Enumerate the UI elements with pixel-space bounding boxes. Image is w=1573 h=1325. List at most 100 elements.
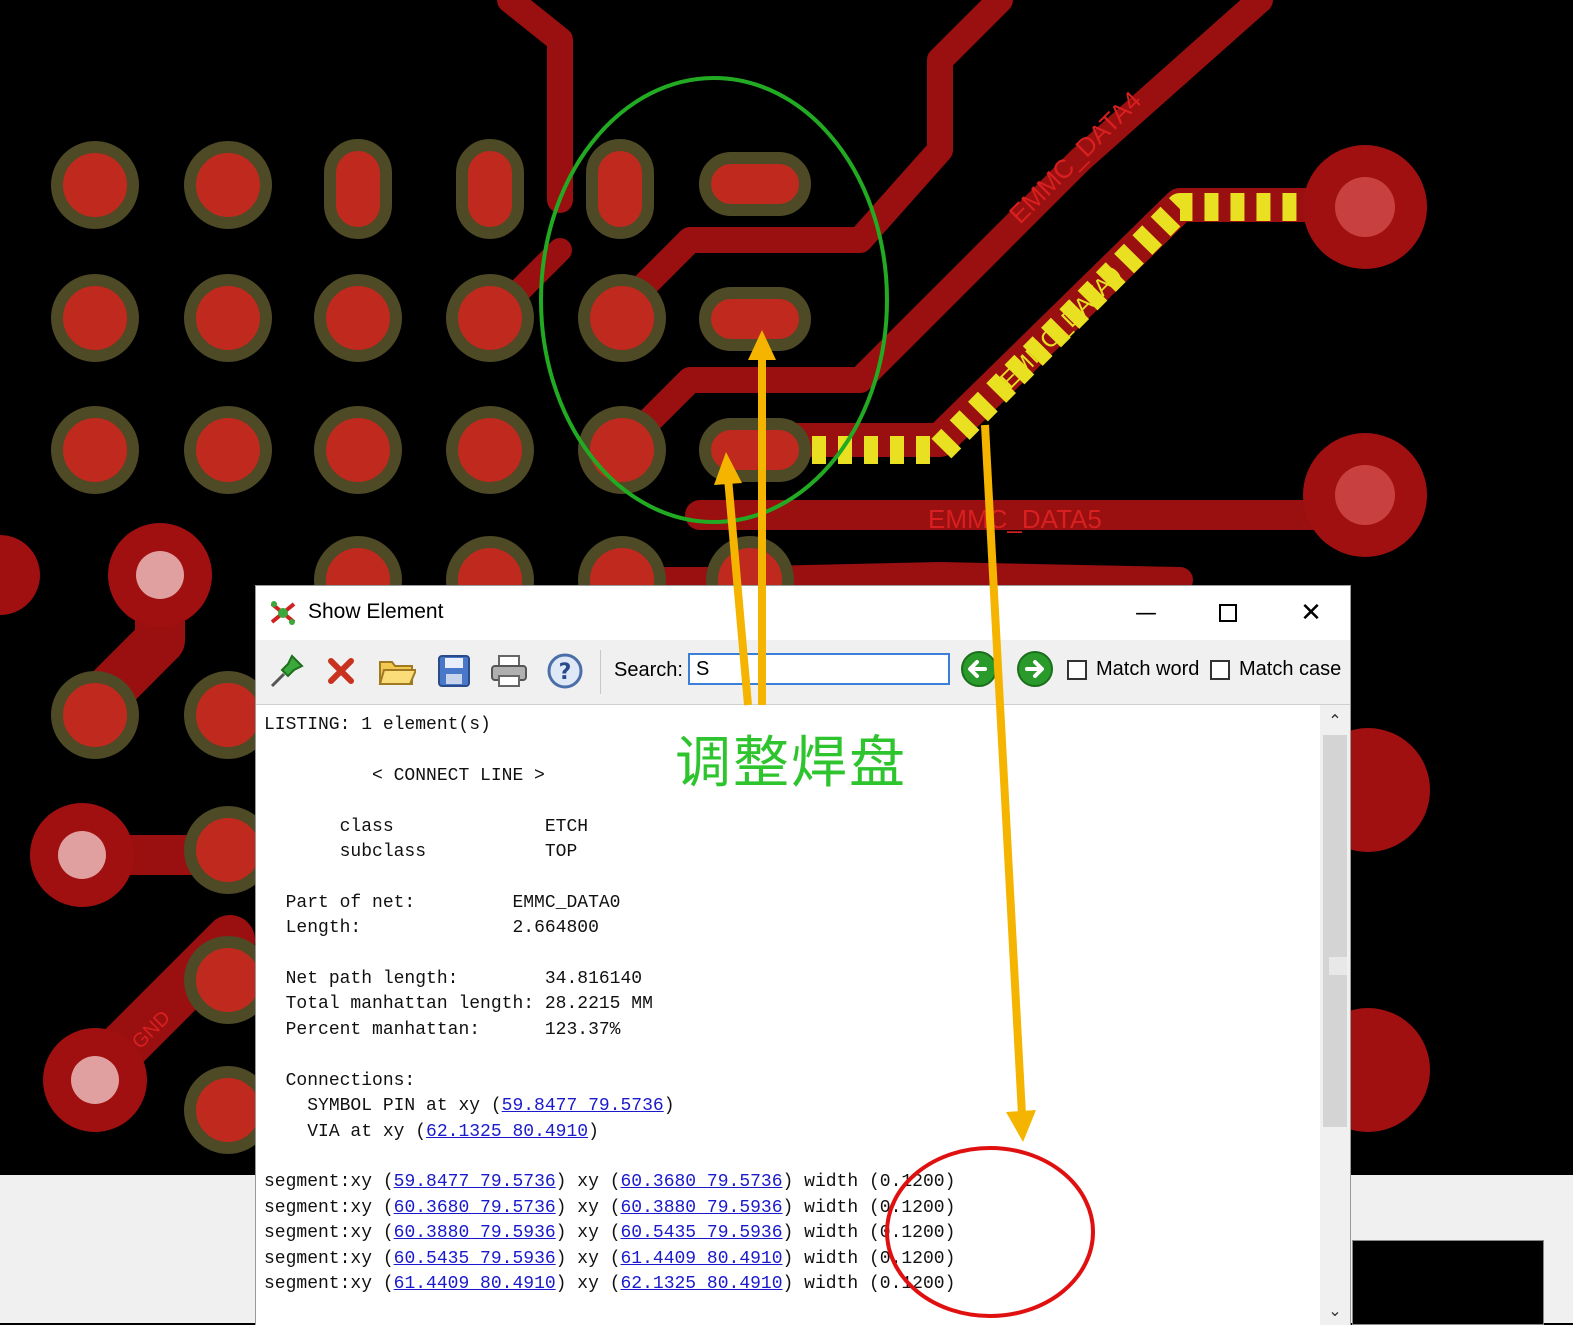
net-path-length-key: Net path length:	[285, 969, 459, 990]
segment-prefix: segment:xy	[264, 1248, 373, 1269]
save-button[interactable]	[433, 650, 475, 692]
segment-prefix: segment:xy	[264, 1197, 373, 1218]
connection-label: VIA at xy	[307, 1121, 405, 1142]
trace-label-emmc-data4: EMMC_DATA4	[1003, 85, 1147, 229]
subclass-value: TOP	[544, 842, 578, 863]
search-previous-button[interactable]	[961, 651, 997, 687]
segment-width: (0.1200)	[868, 1248, 956, 1269]
element-type: < CONNECT LINE >	[372, 765, 545, 786]
open-button[interactable]	[376, 650, 418, 692]
xy-word: xy	[577, 1248, 599, 1269]
width-word: width	[804, 1223, 859, 1244]
segment-prefix: segment:xy	[264, 1172, 373, 1193]
connection-xy-link[interactable]: 59.8477 79.5736	[502, 1096, 664, 1116]
annotation-text: 调整焊盘	[675, 731, 907, 796]
scroll-down-button[interactable]: ⌄	[1320, 1295, 1350, 1325]
segment-from-link[interactable]: 60.3680 79.5736	[394, 1198, 556, 1218]
match-word-label: Match word	[1096, 658, 1200, 680]
segment-row: segment:xy (61.4409 80.4910) xy (62.1325…	[264, 1273, 956, 1294]
scroll-up-button[interactable]: ⌃	[1320, 705, 1350, 735]
pin-icon	[270, 654, 304, 688]
chevron-up-icon: ⌃	[1328, 710, 1342, 730]
connections-key: Connections:	[285, 1070, 416, 1091]
segment-row: segment:xy (60.5435 79.5936) xy (61.4409…	[264, 1248, 956, 1269]
length-value: 2.664800	[512, 918, 599, 939]
delete-icon	[328, 658, 354, 684]
connection-xy-link[interactable]: 62.1325 80.4910	[426, 1122, 588, 1142]
segment-to-link[interactable]: 62.1325 80.4910	[621, 1274, 783, 1294]
xy-word: xy	[577, 1197, 599, 1218]
connection-label: SYMBOL PIN at xy	[307, 1096, 481, 1117]
class-value: ETCH	[544, 816, 589, 837]
print-button[interactable]	[488, 650, 530, 692]
search-label: Search:	[614, 659, 683, 681]
percent-manhattan-value: 123.37%	[544, 1019, 621, 1040]
pin-button[interactable]	[266, 650, 308, 692]
segment-row: segment:xy (59.8477 79.5736) xy (60.3680…	[264, 1172, 956, 1193]
maximize-icon	[1219, 604, 1237, 622]
xy-word: xy	[577, 1172, 599, 1193]
show-element-dialog: Show Element — ✕ ? Search: S Match word …	[255, 585, 1351, 1325]
segment-from-link[interactable]: 59.8477 79.5736	[394, 1172, 556, 1192]
segment-from-link[interactable]: 60.3880 79.5936	[394, 1223, 556, 1243]
part-of-net-key: Part of net:	[285, 892, 416, 913]
minimize-button[interactable]: —	[1111, 586, 1181, 640]
segment-row: segment:xy (60.3680 79.5736) xy (60.3880…	[264, 1197, 956, 1218]
percent-manhattan-key: Percent manhattan:	[285, 1019, 481, 1040]
print-icon	[491, 655, 527, 687]
minimize-icon: —	[1135, 600, 1157, 626]
maximize-button[interactable]	[1193, 586, 1263, 640]
segment-to-link[interactable]: 61.4409 80.4910	[621, 1249, 783, 1269]
arrow-right-icon	[1025, 660, 1044, 678]
segment-width: (0.1200)	[868, 1172, 956, 1193]
open-folder-icon	[378, 661, 416, 685]
search-next-button[interactable]	[1017, 651, 1053, 687]
search-input[interactable]	[688, 653, 950, 685]
close-icon: ✕	[1300, 598, 1322, 628]
segment-from-link[interactable]: 60.5435 79.5936	[394, 1249, 556, 1269]
background-viewport	[1352, 1240, 1544, 1325]
part-of-net-value: EMMC_DATA0	[512, 892, 621, 913]
segment-width: (0.1200)	[868, 1223, 956, 1244]
save-icon	[438, 655, 470, 687]
segment-width: (0.1200)	[868, 1197, 956, 1218]
app-icon	[268, 598, 298, 628]
arrow-left-icon	[968, 660, 987, 678]
trace-label-emmc-data5: EMMC_DATA5	[928, 504, 1102, 534]
listing-header: LISTING: 1 element(s)	[264, 715, 491, 735]
xy-word: xy	[577, 1223, 599, 1244]
match-case-checkbox[interactable]	[1210, 660, 1230, 680]
help-icon: ?	[547, 653, 583, 689]
width-word: width	[804, 1197, 859, 1218]
close-button[interactable]: ✕	[1276, 586, 1346, 640]
dialog-title: Show Element	[308, 600, 444, 623]
total-manhattan-key: Total manhattan length:	[285, 994, 535, 1015]
scroll-track[interactable]	[1323, 735, 1347, 1127]
trace-label-emmc-data0: EMMC_DATA0	[995, 262, 1128, 395]
class-key: class	[339, 816, 394, 837]
svg-text:?: ?	[559, 660, 572, 685]
net-path-length-value: 34.816140	[544, 969, 643, 990]
width-word: width	[804, 1172, 859, 1193]
segment-prefix: segment:xy	[264, 1223, 373, 1244]
width-word: width	[804, 1273, 859, 1294]
subclass-key: subclass	[339, 842, 427, 863]
length-key: Length:	[285, 918, 362, 939]
toolbar: ? Search: Match word Match case	[256, 640, 1350, 705]
width-word: width	[804, 1248, 859, 1269]
listing-scrollbar[interactable]: ⌃ ⌄	[1320, 705, 1350, 1325]
segment-from-link[interactable]: 61.4409 80.4910	[394, 1274, 556, 1294]
total-manhattan-value: 28.2215 MM	[544, 994, 653, 1015]
scroll-thumb[interactable]	[1329, 957, 1347, 975]
match-case-label: Match case	[1239, 658, 1342, 680]
match-word-checkbox[interactable]	[1067, 660, 1087, 680]
segment-row: segment:xy (60.3880 79.5936) xy (60.5435…	[264, 1223, 956, 1244]
segment-to-link[interactable]: 60.3680 79.5736	[621, 1172, 783, 1192]
segment-to-link[interactable]: 60.5435 79.5936	[621, 1223, 783, 1243]
help-button[interactable]: ?	[544, 650, 586, 692]
segment-prefix: segment:xy	[264, 1273, 373, 1294]
segment-to-link[interactable]: 60.3880 79.5936	[621, 1198, 783, 1218]
dialog-titlebar[interactable]: Show Element — ✕	[256, 586, 1350, 640]
delete-button[interactable]	[320, 650, 362, 692]
xy-word: xy	[577, 1273, 599, 1294]
